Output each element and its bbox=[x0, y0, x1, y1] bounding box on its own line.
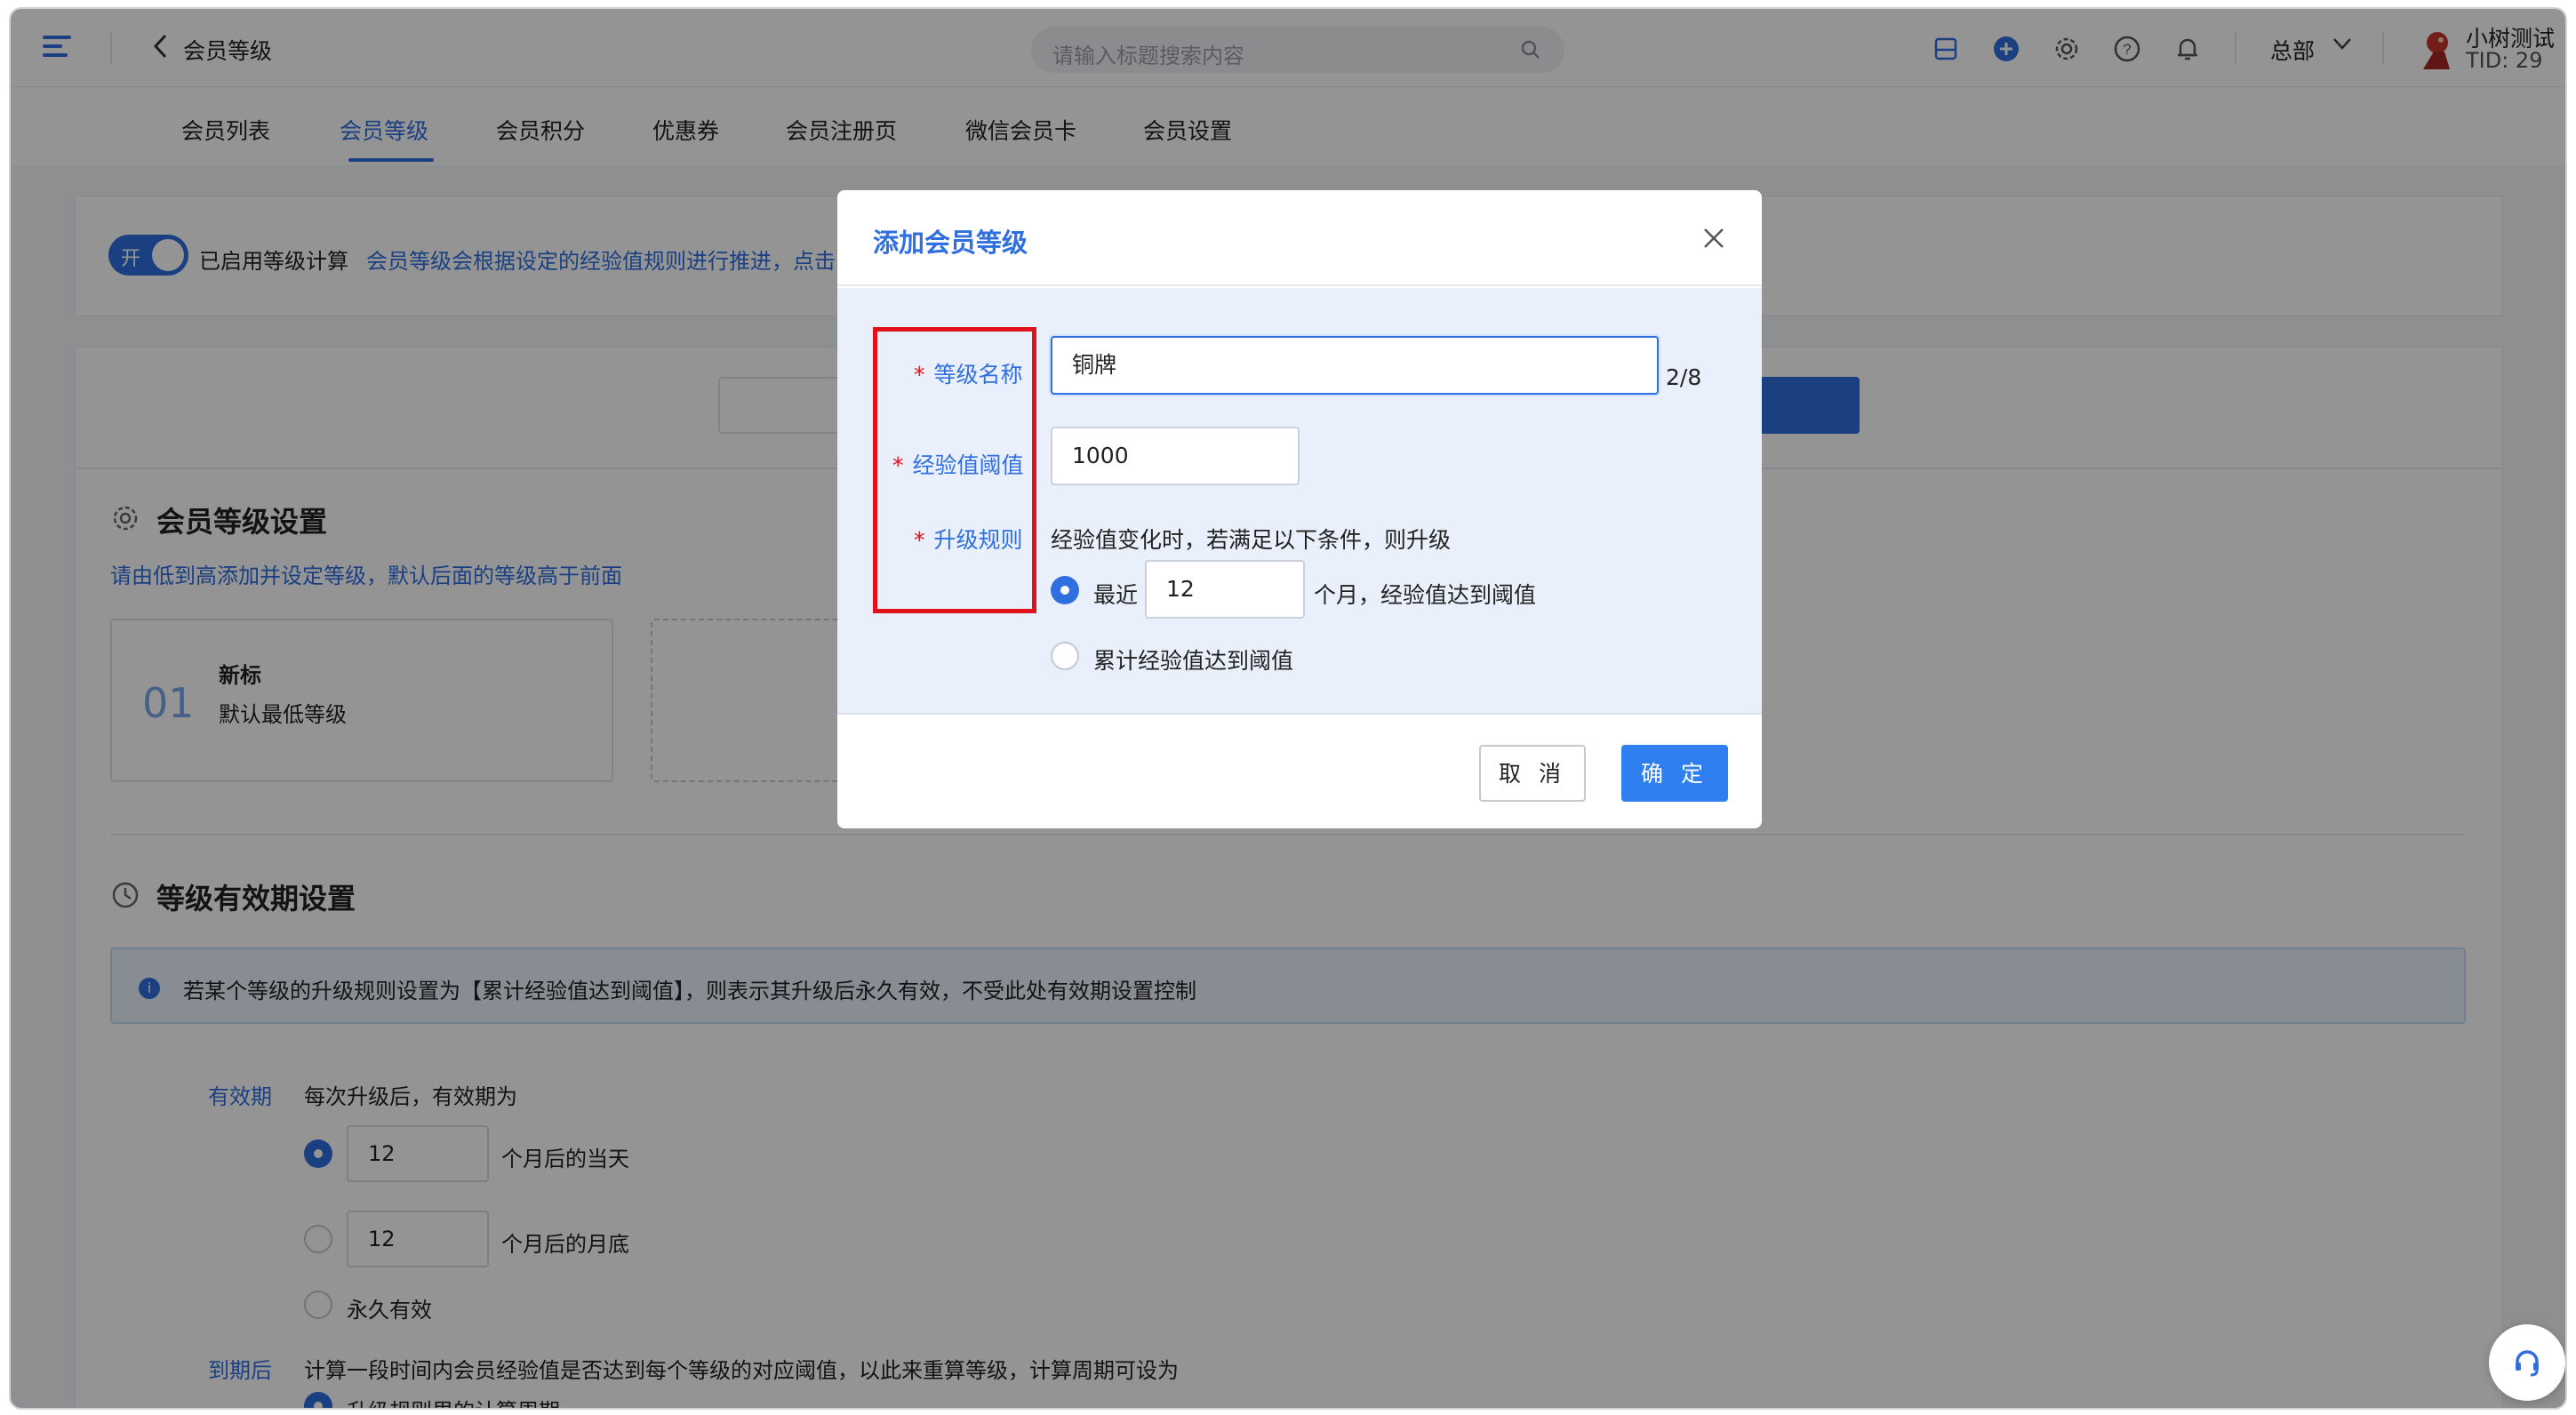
customer-service-button[interactable] bbox=[2489, 1324, 2565, 1401]
rule-months-input[interactable]: 12 bbox=[1145, 560, 1305, 619]
close-icon[interactable] bbox=[1700, 224, 1728, 252]
add-level-modal: 添加会员等级 * 等级名称 铜牌 2/8 * 经验值阈值 1000 * 升级规则 经验… bbox=[837, 190, 1762, 828]
modal-title: 添加会员等级 bbox=[873, 228, 1028, 258]
level-name-counter: 2/8 bbox=[1666, 364, 1702, 390]
cancel-button[interactable]: 取 消 bbox=[1479, 745, 1586, 802]
rule-recent-radio[interactable] bbox=[1051, 576, 1079, 604]
upgrade-rule-label: * 升级规则 bbox=[914, 527, 1023, 553]
app-window: 会员等级 请输入标题搜索内容 ? 总部 小树测试 TID: 29 会员列表 会员… bbox=[9, 7, 2567, 1410]
rule-recent-prefix: 最近 bbox=[1093, 582, 1139, 608]
threshold-input[interactable]: 1000 bbox=[1051, 427, 1300, 485]
rule-cumulative-label: 累计经验值达到阈值 bbox=[1093, 648, 1294, 674]
level-name-label: * 等级名称 bbox=[914, 362, 1023, 388]
modal-header: 添加会员等级 bbox=[837, 190, 1762, 286]
rule-cumulative-radio[interactable] bbox=[1051, 642, 1079, 670]
rule-recent-suffix: 个月，经验值达到阈值 bbox=[1314, 582, 1537, 608]
level-name-input[interactable]: 铜牌 bbox=[1051, 336, 1659, 395]
threshold-label: * 经验值阈值 bbox=[892, 452, 1024, 478]
headset-icon bbox=[2516, 1350, 2539, 1377]
confirm-button[interactable]: 确 定 bbox=[1621, 745, 1728, 802]
modal-body: * 等级名称 铜牌 2/8 * 经验值阈值 1000 * 升级规则 经验值变化时，若满… bbox=[837, 288, 1762, 715]
upgrade-rule-description: 经验值变化时，若满足以下条件，则升级 bbox=[1051, 527, 1452, 553]
